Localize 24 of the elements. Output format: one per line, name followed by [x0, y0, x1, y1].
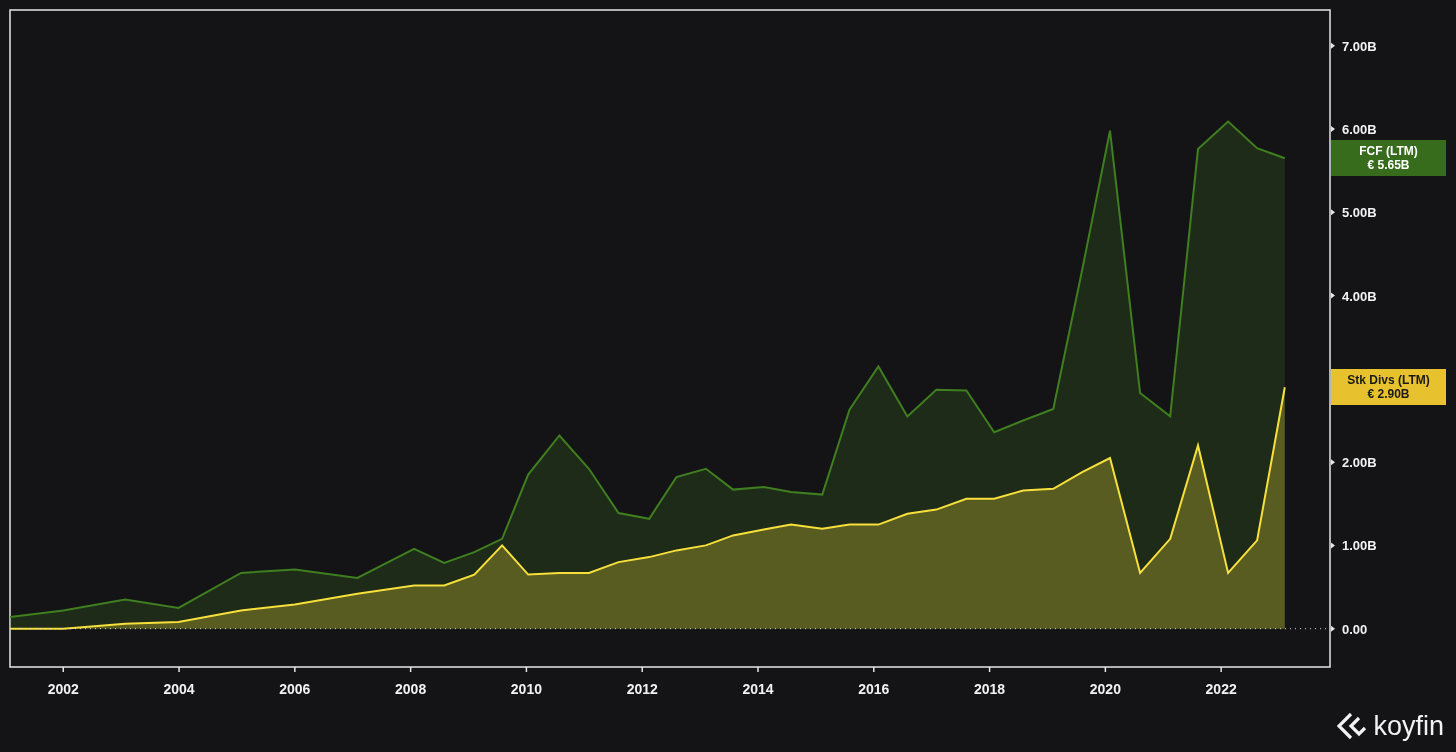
x-axis-label: 2020	[1089, 681, 1121, 697]
y-axis-label: 2.00B	[1342, 455, 1377, 471]
x-axis-label: 2010	[510, 681, 542, 697]
series-name: FCF (LTM)	[1359, 144, 1418, 159]
x-axis-label: 2006	[279, 681, 311, 697]
y-axis-label: 5.00B	[1342, 205, 1377, 221]
y-axis-label: 0.00	[1342, 621, 1368, 637]
logo-text: koyfin	[1373, 710, 1444, 742]
x-axis-label: 2008	[395, 681, 427, 697]
x-axis-label: 2022	[1205, 681, 1237, 697]
y-axis-label: 1.00B	[1342, 538, 1377, 554]
series-name: Stk Divs (LTM)	[1347, 373, 1430, 388]
logo-icon	[1337, 712, 1368, 740]
x-axis-label: 2002	[47, 681, 79, 697]
series-value: € 5.65B	[1367, 158, 1410, 173]
y-axis-label: 4.00B	[1342, 288, 1377, 304]
series-value: € 2.90B	[1367, 387, 1410, 402]
x-axis-label: 2014	[742, 681, 774, 697]
x-axis-label: 2004	[163, 681, 195, 697]
x-axis-label: 2012	[626, 681, 658, 697]
y-axis-label: 6.00B	[1342, 122, 1377, 138]
y-axis-label: 7.00B	[1342, 38, 1377, 54]
x-axis-label: 2016	[858, 681, 890, 697]
x-axis-label: 2018	[974, 681, 1006, 697]
